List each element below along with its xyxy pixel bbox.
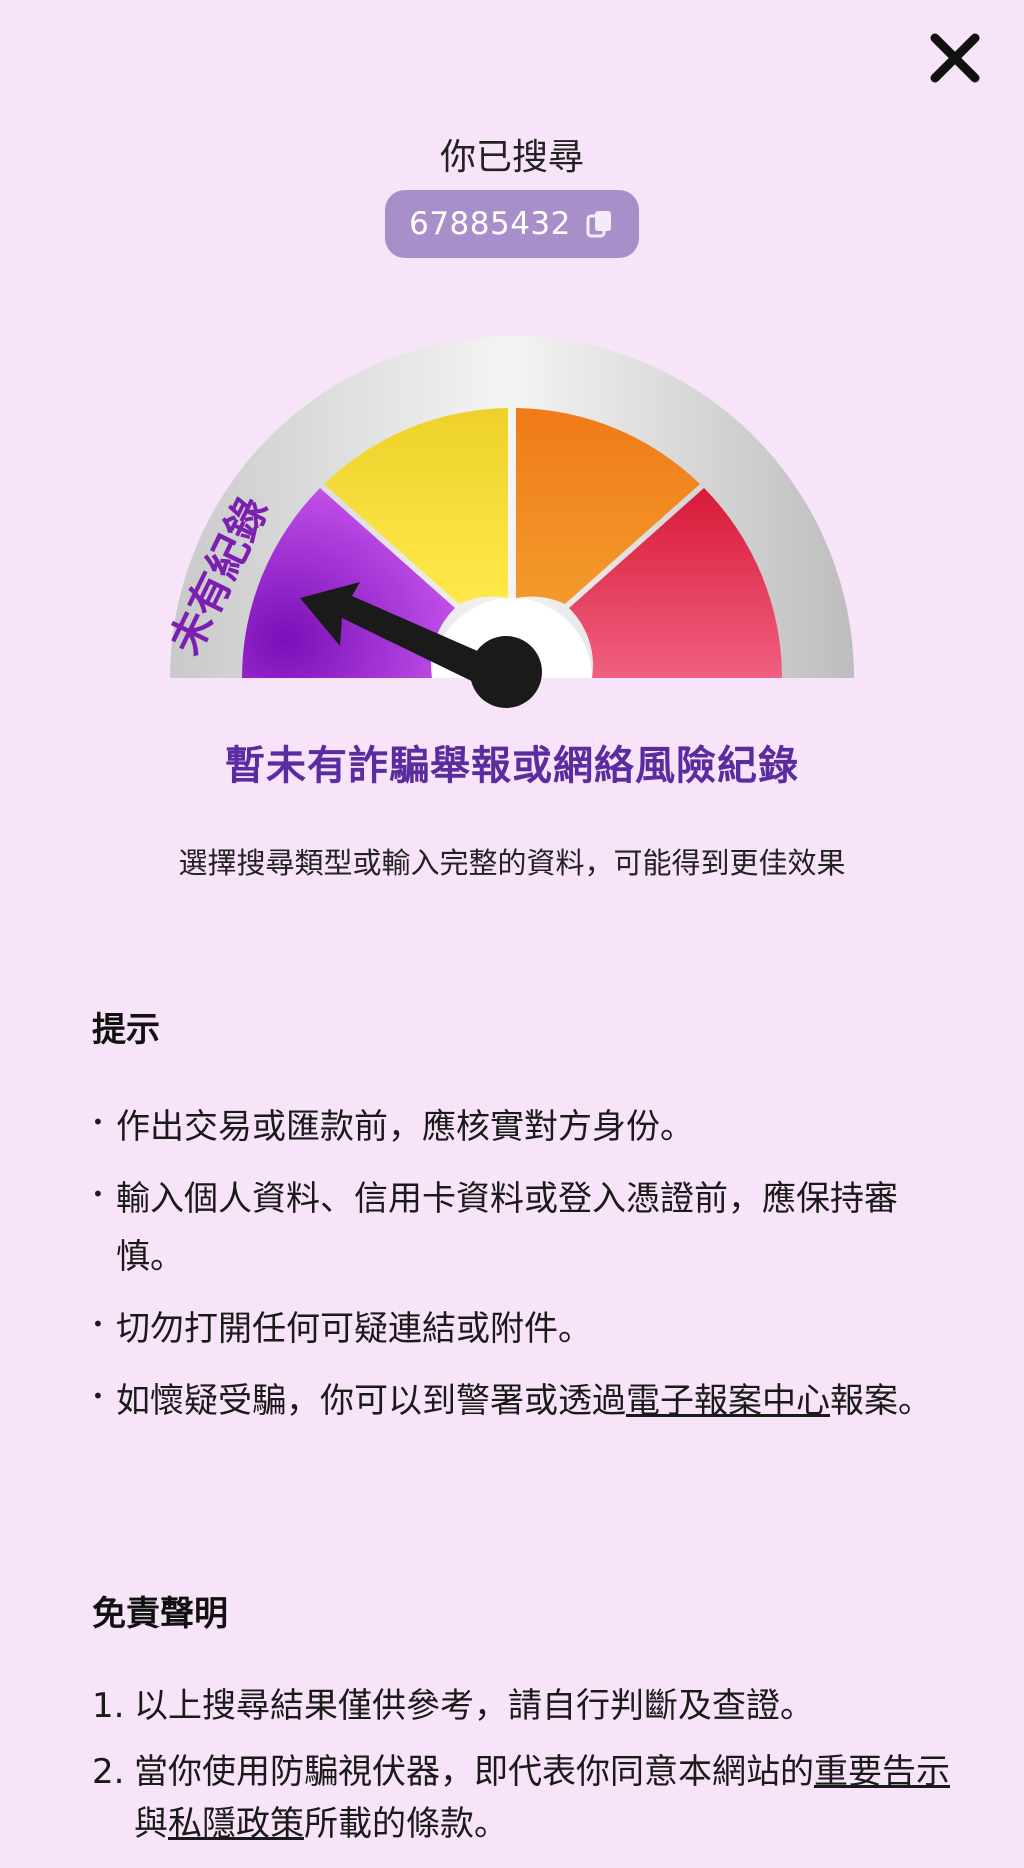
risk-gauge: 未有紀錄 <box>0 0 1024 720</box>
tip-item: • 作出交易或匯款前，應核實對方身份。 <box>92 1107 694 1147</box>
tip-item: • 如懷疑受騙，你可以到警署或透過電子報案中心報案。 <box>92 1381 932 1421</box>
important-notice-link[interactable]: 重要告示 <box>814 1752 950 1792</box>
disclaimer-item: 2. 當你使用防騙視伏器，即代表你同意本網站的重要告示與私隱政策所載的條款。 <box>92 1752 950 1844</box>
disclaimer-item: 1. 以上搜尋結果僅供參考，請自行判斷及查證。 <box>92 1686 814 1726</box>
disclaimer-heading: 免責聲明 <box>92 1594 228 1634</box>
result-status-title: 暫未有詐騙舉報或網絡風險紀錄 <box>225 743 799 789</box>
tip-item: • 切勿打開任何可疑連結或附件。 <box>92 1309 592 1349</box>
tip-item: • 輸入個人資料、信用卡資料或登入憑證前，應保持審慎。 <box>92 1179 898 1277</box>
e-report-centre-link[interactable]: 電子報案中心 <box>626 1381 830 1421</box>
privacy-policy-link[interactable]: 私隱政策 <box>168 1804 304 1844</box>
search-hint: 選擇搜尋類型或輸入完整的資料，可能得到更佳效果 <box>178 846 846 880</box>
disclaimer-list: 1. 以上搜尋結果僅供參考，請自行判斷及查證。 2. 當你使用防騙視伏器，即代表… <box>92 1680 952 1864</box>
tips-heading: 提示 <box>92 1010 160 1050</box>
tips-list: • 作出交易或匯款前，應核實對方身份。 • 輸入個人資料、信用卡資料或登入憑證前… <box>92 1098 952 1444</box>
